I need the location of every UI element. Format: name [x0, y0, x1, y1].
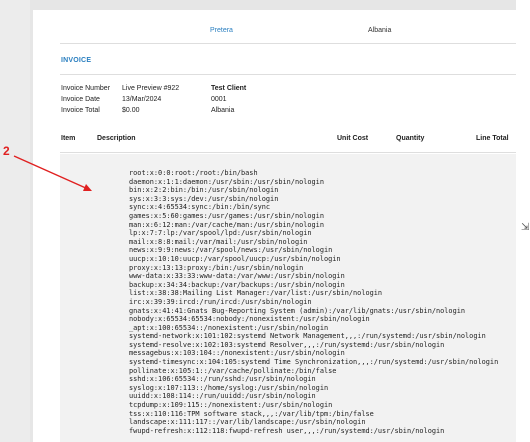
annotation-arrow-icon — [13, 155, 92, 191]
mouse-cursor-icon: ⇲ — [521, 222, 530, 233]
